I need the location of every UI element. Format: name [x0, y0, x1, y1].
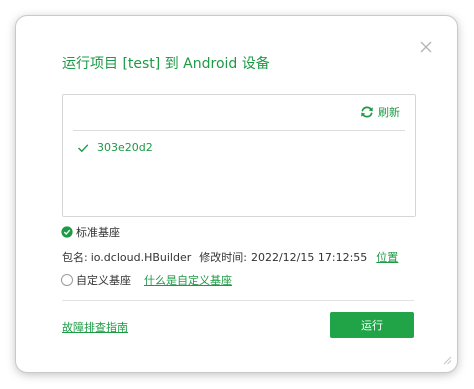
close-icon — [420, 41, 432, 53]
device-list-box: 刷新 303e20d2 — [62, 94, 416, 217]
close-button[interactable] — [417, 38, 435, 56]
modified-label: 修改时间: — [199, 251, 247, 264]
run-button[interactable]: 运行 — [330, 312, 414, 338]
run-device-dialog: 运行项目 [test] 到 Android 设备 刷新 303e20d2 标准基… — [16, 16, 457, 372]
device-item[interactable]: 303e20d2 — [77, 141, 153, 154]
custom-base-label: 自定义基座 — [76, 274, 131, 287]
device-list-divider — [73, 130, 405, 131]
package-info: 包名: io.dcloud.HBuilder 修改时间: 2022/12/15 … — [62, 249, 398, 265]
standard-base-label: 标准基座 — [76, 226, 120, 239]
package-label: 包名: — [62, 251, 88, 264]
radio-checked-icon — [61, 226, 73, 238]
refresh-icon — [361, 106, 373, 118]
custom-base-radio[interactable]: 自定义基座 什么是自定义基座 — [61, 272, 232, 288]
troubleshooting-link[interactable]: 故障排查指南 — [62, 319, 128, 335]
standard-base-radio[interactable]: 标准基座 — [61, 224, 120, 240]
checkmark-icon — [78, 143, 89, 152]
footer-divider — [62, 300, 414, 301]
resize-grip-icon[interactable] — [443, 356, 452, 365]
refresh-label: 刷新 — [378, 106, 400, 119]
device-id: 303e20d2 — [97, 141, 153, 154]
dialog-title: 运行项目 [test] 到 Android 设备 — [62, 56, 270, 72]
refresh-button[interactable]: 刷新 — [360, 104, 400, 120]
radio-unchecked-icon — [61, 274, 73, 286]
custom-base-help-link[interactable]: 什么是自定义基座 — [144, 272, 232, 288]
modified-time: 2022/12/15 17:12:55 — [250, 250, 368, 264]
package-name: io.dcloud.HBuilder — [90, 250, 192, 264]
location-link[interactable]: 位置 — [376, 249, 398, 265]
